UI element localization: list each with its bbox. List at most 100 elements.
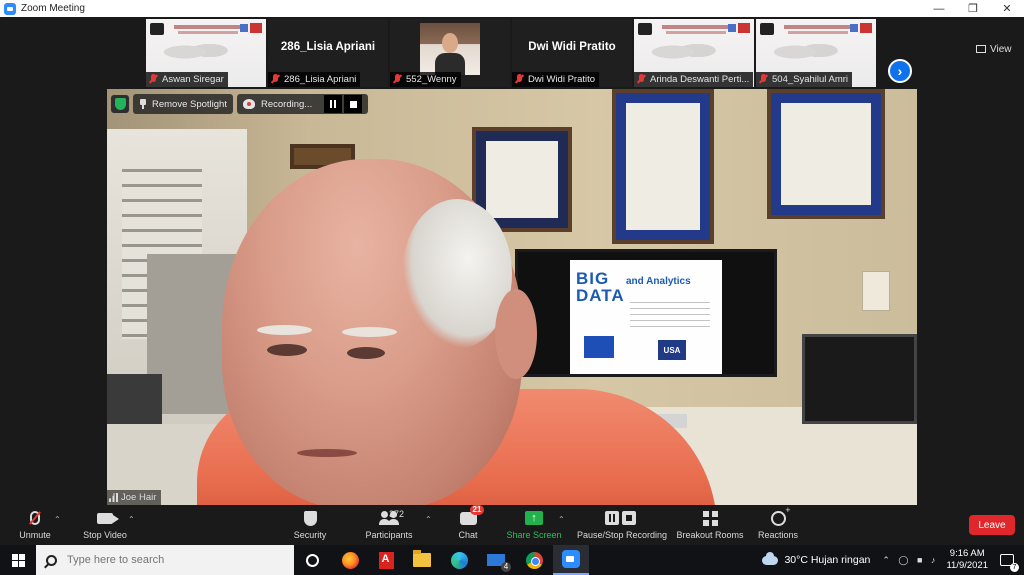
- flag-icon: [860, 23, 872, 33]
- notifications-icon[interactable]: [1000, 554, 1019, 572]
- wall-frame: [612, 89, 714, 244]
- participants-button[interactable]: 372 Participants: [364, 509, 414, 545]
- flag-icon: [584, 336, 614, 358]
- reactions-button[interactable]: Reactions: [757, 505, 799, 545]
- logo-icon: [638, 23, 652, 35]
- video-options-chevron-icon[interactable]: ⌃: [128, 515, 135, 524]
- laptop: [802, 334, 917, 424]
- stop-video-button[interactable]: Stop Video: [80, 509, 130, 545]
- folder-icon: [413, 550, 431, 567]
- acrobat-pdf-icon: [378, 551, 394, 569]
- participant-thumbnail[interactable]: Arinda Deswanti Perti...: [634, 19, 754, 87]
- weather-cloud-icon[interactable]: [762, 551, 779, 565]
- security-button[interactable]: Security: [292, 509, 328, 545]
- minimize-button[interactable]: —: [922, 0, 956, 17]
- system-tray: 30°C Hujan ringan ⌃ ◯ ■ ♪ 9:16 AM 11/9/2…: [762, 545, 1024, 575]
- participant-thumbnail[interactable]: 504_Syahilul Amri: [756, 19, 876, 87]
- wall-frame: [767, 89, 885, 219]
- share-screen-button[interactable]: ↑ Share Screen: [506, 509, 562, 545]
- recording-indicator: Recording...: [236, 94, 369, 114]
- world-map: [164, 37, 234, 67]
- flag-icon: [250, 23, 262, 33]
- chrome-icon: [525, 551, 543, 569]
- security-shield-icon: [303, 510, 317, 526]
- taskbar-app-edge[interactable]: [441, 545, 477, 575]
- zoom-app: Zoom Meeting — ❐ ✕ Aswan Siregar 286_Lis…: [0, 0, 1024, 575]
- share-options-chevron-icon[interactable]: ⌃: [558, 515, 565, 524]
- unmute-button[interactable]: Unmute: [18, 509, 52, 545]
- slide-big-text: BIG: [576, 269, 610, 288]
- recording-label: Recording...: [260, 98, 313, 110]
- audio-options-chevron-icon[interactable]: ⌃: [54, 515, 61, 524]
- participant-display-name: 286_Lisia Apriani: [280, 41, 376, 53]
- start-button[interactable]: [0, 545, 36, 575]
- edge-icon: [450, 551, 468, 569]
- stop-icon: [349, 100, 357, 108]
- participant-thumbnail[interactable]: 286_Lisia Apriani 286_Lisia Apriani: [268, 19, 388, 87]
- chat-button[interactable]: 21 Chat: [456, 505, 485, 545]
- breakout-rooms-button[interactable]: Breakout Rooms: [676, 509, 744, 545]
- world-map: [652, 37, 722, 67]
- participant-video: [420, 23, 480, 75]
- encryption-shield-icon[interactable]: [111, 95, 129, 113]
- taskbar-app-zoom[interactable]: [553, 545, 589, 575]
- tray-icons[interactable]: ⌃ ◯ ■ ♪: [882, 555, 938, 566]
- window-controls: — ❐ ✕: [922, 0, 1024, 17]
- spotlight-video[interactable]: BIG DATA and Analytics USA Remove Spotli…: [107, 89, 917, 505]
- participant-thumbnail[interactable]: Dwi Widi Pratito Dwi Widi Pratito: [512, 19, 632, 87]
- cortana-button[interactable]: [294, 545, 330, 575]
- search-icon: [46, 554, 57, 566]
- stop-recording-button[interactable]: [344, 95, 363, 113]
- reactions-label: Reactions: [757, 530, 799, 540]
- view-button[interactable]: View: [976, 42, 1012, 56]
- chat-unread-badge: 21: [469, 505, 485, 515]
- speaker-name: Joe Hair: [121, 492, 157, 503]
- participant-name: 552_Wenny: [406, 74, 457, 85]
- remove-spotlight-button[interactable]: Remove Spotlight: [133, 94, 233, 114]
- chevron-right-icon: ›: [897, 63, 903, 79]
- zoom-app-icon: [4, 2, 16, 15]
- light-switch: [862, 271, 890, 311]
- unmute-label: Unmute: [19, 530, 51, 540]
- participants-options-chevron-icon[interactable]: ⌃: [425, 515, 432, 524]
- participant-name: Arinda Deswanti Perti...: [650, 74, 750, 85]
- meeting-toolbar: Unmute ⌃ Stop Video ⌃ Security 372 Parti…: [0, 505, 1024, 545]
- video-camera-icon: [97, 512, 119, 524]
- pause-recording-button[interactable]: [324, 95, 343, 113]
- taskbar-app-mail[interactable]: [478, 545, 514, 575]
- participant-name: 286_Lisia Apriani: [284, 74, 357, 85]
- restore-button[interactable]: ❐: [956, 0, 990, 17]
- participant-name: Dwi Widi Pratito: [528, 74, 596, 85]
- remove-spotlight-label: Remove Spotlight: [152, 98, 227, 110]
- window-title: Zoom Meeting: [21, 3, 85, 14]
- taskbar-app-acrobat[interactable]: [368, 545, 404, 575]
- share-screen-label: Share Screen: [506, 530, 562, 540]
- breakout-rooms-icon: [702, 510, 718, 526]
- leave-button[interactable]: Leave: [969, 515, 1015, 535]
- taskbar-app-chrome[interactable]: [516, 545, 552, 575]
- taskbar-search-input[interactable]: [67, 554, 267, 566]
- participant-thumbnail[interactable]: Aswan Siregar: [146, 19, 266, 87]
- participant-count: 372: [389, 509, 405, 519]
- spotlight-controls: Remove Spotlight Recording...: [111, 93, 369, 115]
- pause-stop-recording-icon: [605, 511, 639, 525]
- world-map: [774, 37, 844, 67]
- next-page-button[interactable]: ›: [888, 59, 912, 83]
- usa-logo: USA: [658, 340, 686, 360]
- weather-text[interactable]: 30°C Hujan ringan: [784, 554, 870, 566]
- muted-mic-icon: [637, 74, 646, 85]
- view-label: View: [990, 43, 1012, 55]
- pause-stop-recording-label: Pause/Stop Recording: [576, 530, 668, 540]
- pause-stop-recording-button[interactable]: Pause/Stop Recording: [576, 509, 668, 545]
- taskbar-search-box[interactable]: [36, 545, 294, 575]
- signal-bars-icon: [109, 493, 118, 502]
- participant-thumbnail[interactable]: 552_Wenny: [390, 19, 510, 87]
- muted-mic-icon: [759, 74, 768, 85]
- taskbar-app-firefox[interactable]: [332, 545, 368, 575]
- mail-icon: [487, 554, 511, 572]
- presentation-slide: BIG DATA and Analytics USA: [570, 260, 722, 374]
- taskbar-clock[interactable]: 9:16 AM 11/9/2021: [946, 548, 988, 572]
- close-button[interactable]: ✕: [990, 0, 1024, 17]
- taskbar-app-file-explorer[interactable]: [404, 545, 440, 575]
- muted-mic-icon: [271, 74, 280, 85]
